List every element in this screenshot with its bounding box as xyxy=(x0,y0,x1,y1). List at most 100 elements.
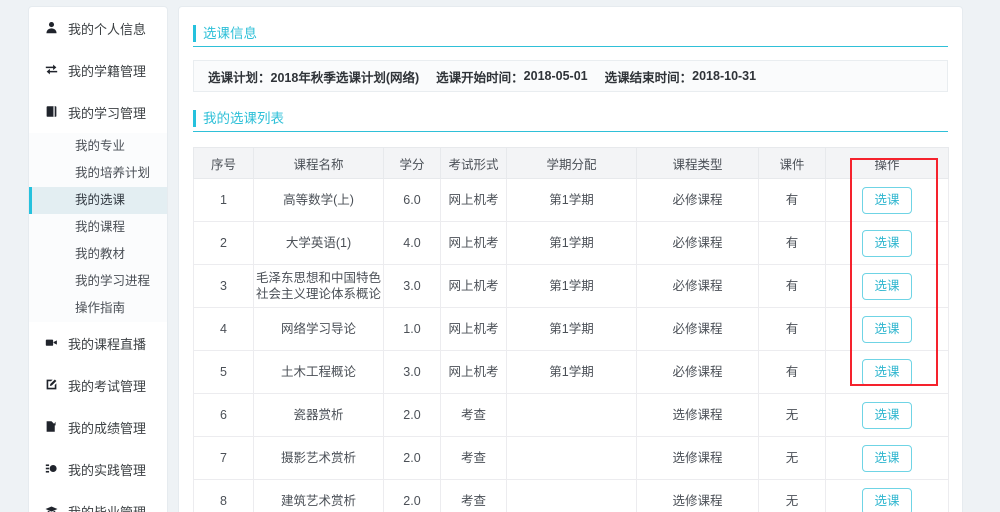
row-term: 第1学期 xyxy=(506,178,637,222)
end-time-value: 2018-10-31 xyxy=(692,69,757,83)
select-course-button[interactable]: 选课 xyxy=(862,444,912,472)
row-course-type: 必修课程 xyxy=(636,307,759,351)
row-term xyxy=(506,393,637,437)
sidebar-item-my-profile[interactable]: 我的个人信息 xyxy=(29,7,167,49)
select-course-button[interactable]: 选课 xyxy=(862,272,912,300)
row-action-cell: 选课 xyxy=(825,393,949,437)
row-index: 1 xyxy=(193,178,254,222)
row-exam-form: 网上机考 xyxy=(440,264,507,308)
row-action-cell: 选课 xyxy=(825,264,949,308)
select-course-button[interactable]: 选课 xyxy=(862,401,912,429)
row-courseware: 有 xyxy=(758,178,826,222)
report-icon xyxy=(43,420,59,435)
graduation-cap-icon xyxy=(43,504,59,512)
col-header-credits: 学分 xyxy=(383,147,441,179)
row-index: 7 xyxy=(193,436,254,480)
row-exam-form: 考查 xyxy=(440,393,507,437)
table-row: 6 瓷器赏析 2.0 考查 选修课程无 选课 xyxy=(193,393,949,437)
book-icon xyxy=(43,105,59,120)
select-course-button[interactable]: 选课 xyxy=(862,229,912,257)
exchange-icon xyxy=(43,63,59,78)
page-root: 我的个人信息 我的学籍管理 我的学习管理 我的专业 我的培养计划 我的选课 我的… xyxy=(0,0,1000,512)
col-header-index: 序号 xyxy=(193,147,254,179)
plan-value: 2018年秋季选课计划(网络) xyxy=(270,70,420,85)
sidebar-item-exam-management[interactable]: 我的考试管理 xyxy=(29,364,167,406)
sidebar-subitem-my-course-selection[interactable]: 我的选课 xyxy=(29,187,167,214)
row-term: 第1学期 xyxy=(506,350,637,394)
row-course-type: 必修课程 xyxy=(636,350,759,394)
sidebar-subitem-label: 我的课程 xyxy=(75,220,126,234)
sidebar-item-label: 我的学习管理 xyxy=(68,105,147,121)
sidebar-subitem-training-plan[interactable]: 我的培养计划 xyxy=(29,160,167,187)
table-row: 4 网络学习导论 1.0 网上机考 第1学期 必修课程有 选课 xyxy=(193,307,949,351)
section-header-label: 我的选课列表 xyxy=(203,111,284,126)
col-header-course-type: 课程类型 xyxy=(636,147,759,179)
row-action-cell: 选课 xyxy=(825,178,949,222)
col-header-action: 操作 xyxy=(825,147,949,179)
course-table: 序号 课程名称 学分 考试形式 学期分配 课程类型 课件 操作 1 高等数学(上)… xyxy=(193,147,949,512)
sidebar-subitem-label: 我的教材 xyxy=(75,247,126,261)
row-courseware: 有 xyxy=(758,221,826,265)
sidebar-item-study-management[interactable]: 我的学习管理 xyxy=(29,91,167,133)
sidebar-subitem-label: 操作指南 xyxy=(75,301,126,315)
row-exam-form: 网上机考 xyxy=(440,178,507,222)
sidebar-subnav: 我的专业 我的培养计划 我的选课 我的课程 我的教材 我的学习进程 操作指南 xyxy=(29,133,167,322)
section-header-label: 选课信息 xyxy=(203,26,257,41)
sidebar-subitem-operation-guide[interactable]: 操作指南 xyxy=(29,295,167,322)
sidebar-item-practice-management[interactable]: 我的实践管理 xyxy=(29,448,167,490)
row-term xyxy=(506,436,637,480)
user-icon xyxy=(43,21,59,36)
section-header-my-course-list: 我的选课列表 xyxy=(193,110,948,132)
row-credits: 3.0 xyxy=(383,350,441,394)
end-time-label: 选课结束时间： xyxy=(604,70,693,85)
row-course-type: 必修课程 xyxy=(636,178,759,222)
row-term xyxy=(506,479,637,512)
edit-square-icon xyxy=(43,378,59,393)
row-credits: 2.0 xyxy=(383,479,441,512)
select-course-button[interactable]: 选课 xyxy=(862,487,912,512)
start-time-label: 选课开始时间： xyxy=(436,70,524,85)
sidebar-subitem-my-major[interactable]: 我的专业 xyxy=(29,133,167,160)
row-courseware: 无 xyxy=(758,393,826,437)
table-row: 2 大学英语(1) 4.0 网上机考 第1学期 必修课程有 选课 xyxy=(193,221,949,265)
network-icon xyxy=(43,462,59,477)
row-courseware: 无 xyxy=(758,436,826,480)
row-course-type: 选修课程 xyxy=(636,479,759,512)
col-header-course-name: 课程名称 xyxy=(253,147,384,179)
row-index: 8 xyxy=(193,479,254,512)
row-index: 5 xyxy=(193,350,254,394)
row-course-name: 大学英语(1) xyxy=(253,221,384,265)
row-courseware: 有 xyxy=(758,264,826,308)
row-credits: 3.0 xyxy=(383,264,441,308)
row-index: 6 xyxy=(193,393,254,437)
course-table-head: 序号 课程名称 学分 考试形式 学期分配 课程类型 课件 操作 xyxy=(193,147,949,179)
row-index: 4 xyxy=(193,307,254,351)
sidebar-item-course-live[interactable]: 我的课程直播 xyxy=(29,322,167,364)
table-row: 1 高等数学(上) 6.0 网上机考 第1学期 必修课程有 选课 xyxy=(193,178,949,222)
col-header-term: 学期分配 xyxy=(506,147,637,179)
sidebar-subitem-my-courses[interactable]: 我的课程 xyxy=(29,214,167,241)
sidebar-item-student-status[interactable]: 我的学籍管理 xyxy=(29,49,167,91)
col-header-exam-form: 考试形式 xyxy=(440,147,507,179)
select-course-button[interactable]: 选课 xyxy=(862,186,912,214)
sidebar-subitem-my-textbooks[interactable]: 我的教材 xyxy=(29,241,167,268)
select-course-button[interactable]: 选课 xyxy=(862,315,912,343)
row-courseware: 无 xyxy=(758,479,826,512)
sidebar-item-grade-management[interactable]: 我的成绩管理 xyxy=(29,406,167,448)
row-credits: 2.0 xyxy=(383,393,441,437)
sidebar-subitem-study-progress[interactable]: 我的学习进程 xyxy=(29,268,167,295)
table-row: 5 土木工程概论 3.0 网上机考 第1学期 必修课程有 选课 xyxy=(193,350,949,394)
row-course-name: 高等数学(上) xyxy=(253,178,384,222)
row-credits: 4.0 xyxy=(383,221,441,265)
row-course-name: 瓷器赏析 xyxy=(253,393,384,437)
row-term: 第1学期 xyxy=(506,264,637,308)
video-camera-icon xyxy=(43,336,59,351)
row-course-type: 必修课程 xyxy=(636,221,759,265)
sidebar-item-label: 我的成绩管理 xyxy=(68,420,147,436)
select-course-button[interactable]: 选课 xyxy=(862,358,912,386)
plan-label: 选课计划： xyxy=(208,70,271,85)
row-action-cell: 选课 xyxy=(825,436,949,480)
sidebar-item-graduation-management[interactable]: 我的毕业管理 xyxy=(29,490,167,512)
row-action-cell: 选课 xyxy=(825,479,949,512)
row-courseware: 有 xyxy=(758,307,826,351)
